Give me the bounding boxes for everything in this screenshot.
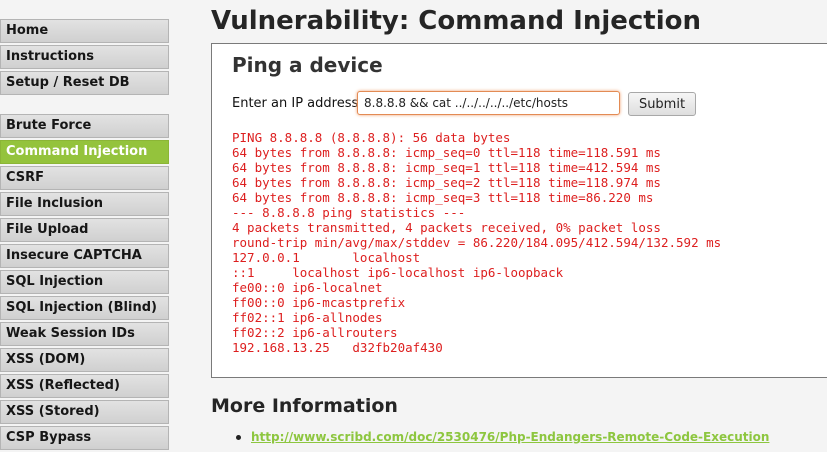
nav-item-weak-session-ids[interactable]: Weak Session IDs (0, 322, 169, 346)
output-line: 64 bytes from 8.8.8.8: icmp_seq=3 ttl=11… (232, 190, 654, 205)
ip-address-input[interactable] (357, 91, 620, 115)
nav-item-sql-injection[interactable]: SQL Injection (0, 270, 169, 294)
list-item: http://www.scribd.com/doc/2530476/Php-En… (236, 430, 769, 444)
output-line: ff02::2 ip6-allrouters (232, 325, 398, 340)
output-line: 64 bytes from 8.8.8.8: icmp_seq=2 ttl=11… (232, 175, 661, 190)
command-output: PING 8.8.8.8 (8.8.8.8): 56 data bytes 64 … (232, 130, 721, 355)
nav-item-csrf[interactable]: CSRF (0, 166, 169, 190)
nav-item-xss-dom[interactable]: XSS (DOM) (0, 348, 169, 372)
output-line: 64 bytes from 8.8.8.8: icmp_seq=0 ttl=11… (232, 145, 661, 160)
output-line: fe00::0 ip6-localnet (232, 280, 383, 295)
output-line: ff02::1 ip6-allnodes (232, 310, 383, 325)
nav-item-xss-reflected[interactable]: XSS (Reflected) (0, 374, 169, 398)
nav-item-csp-bypass[interactable]: CSP Bypass (0, 426, 169, 450)
output-line: 64 bytes from 8.8.8.8: icmp_seq=1 ttl=11… (232, 160, 661, 175)
more-info-link[interactable]: http://www.scribd.com/doc/2530476/Php-En… (251, 430, 769, 444)
submit-button[interactable]: Submit (628, 92, 696, 116)
nav-item-brute-force[interactable]: Brute Force (0, 114, 169, 138)
output-line: ff00::0 ip6-mcastprefix (232, 295, 406, 310)
output-line: PING 8.8.8.8 (8.8.8.8): 56 data bytes (232, 130, 511, 145)
nav-item-command-injection[interactable]: Command Injection (0, 140, 169, 164)
nav-item-home[interactable]: Home (0, 19, 169, 43)
nav-item-xss-stored[interactable]: XSS (Stored) (0, 400, 169, 424)
output-line: 4 packets transmitted, 4 packets receive… (232, 220, 661, 235)
more-information-heading: More Information (211, 395, 398, 417)
nav-item-file-upload[interactable]: File Upload (0, 218, 169, 242)
output-line: ::1 localhost ip6-localhost ip6-loopback (232, 265, 564, 280)
nav-group-vulnerabilities: Brute Force Command Injection CSRF File … (0, 114, 169, 452)
nav-group-main: Home Instructions Setup / Reset DB (0, 19, 169, 97)
nav-item-instructions[interactable]: Instructions (0, 45, 169, 69)
form-heading: Ping a device (232, 53, 383, 77)
output-line: round-trip min/avg/max/stddev = 86.220/1… (232, 235, 722, 250)
output-line: 192.168.13.25 d32fb20af430 (232, 340, 443, 355)
nav-item-setup-reset-db[interactable]: Setup / Reset DB (0, 71, 169, 95)
ip-address-label: Enter an IP address: (232, 96, 363, 111)
nav-item-file-inclusion[interactable]: File Inclusion (0, 192, 169, 216)
nav-item-insecure-captcha[interactable]: Insecure CAPTCHA (0, 244, 169, 268)
output-line: --- 8.8.8.8 ping statistics --- (232, 205, 466, 220)
more-information-list: http://www.scribd.com/doc/2530476/Php-En… (236, 430, 769, 444)
output-line: 127.0.0.1 localhost (232, 250, 421, 265)
vulnerable-code-area: Ping a device Enter an IP address: Submi… (211, 43, 827, 378)
nav-item-sql-injection-blind[interactable]: SQL Injection (Blind) (0, 296, 169, 320)
bullet-icon (236, 435, 241, 440)
page-title: Vulnerability: Command Injection (211, 6, 702, 36)
